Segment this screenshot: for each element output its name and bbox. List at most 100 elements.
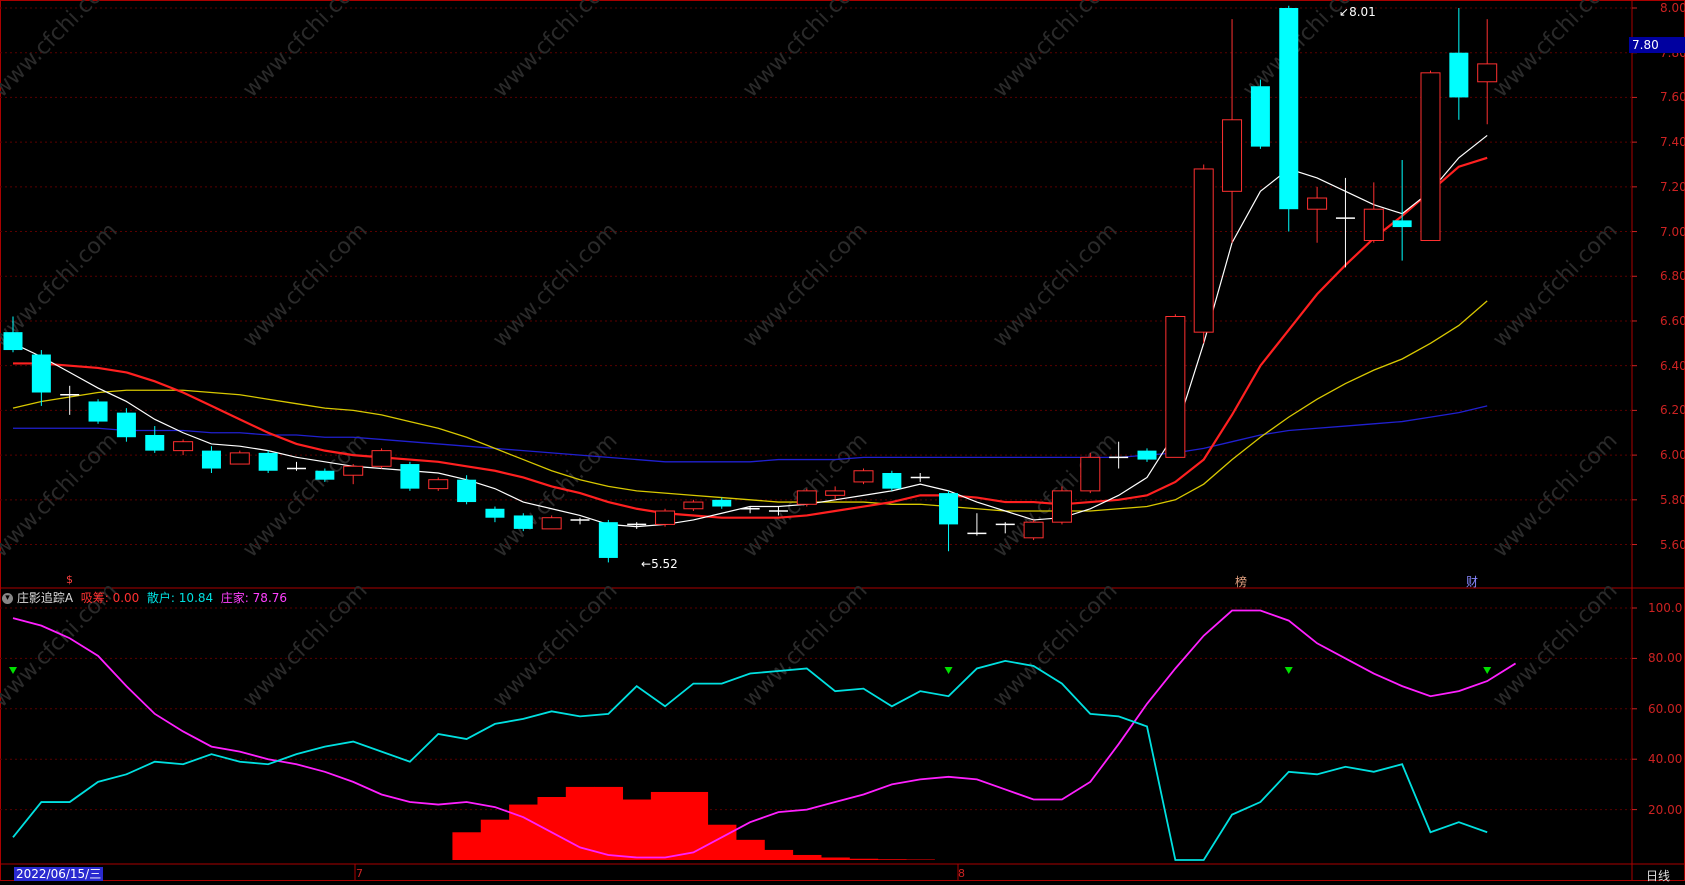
watermark-text: www.cfchi.com: [988, 0, 1122, 103]
chip-bar: [764, 849, 794, 860]
period-label[interactable]: 日线: [1646, 867, 1670, 884]
watermark-text: www.cfchi.com: [0, 428, 123, 562]
candle-body[interactable]: [400, 464, 420, 489]
stock-chart[interactable]: www.cfchi.com www.cfchi.com www.cfchi.com w…: [0, 0, 1685, 881]
candle-body[interactable]: [145, 434, 165, 451]
watermark-text: www.cfchi.com: [738, 218, 872, 352]
banker-label: 庄家:: [220, 591, 249, 605]
candle-body[interactable]: [1222, 119, 1243, 192]
candle-body[interactable]: [1137, 450, 1157, 460]
candle-body[interactable]: [457, 479, 477, 503]
chart-canvas[interactable]: www.cfchi.com www.cfchi.com www.cfchi.com w…: [0, 0, 1685, 881]
candle-body[interactable]: [1449, 52, 1469, 98]
watermark-text: www.cfchi.com: [238, 0, 372, 103]
candle-body[interactable]: [683, 501, 704, 510]
chip-bar: [622, 799, 652, 860]
current-price-badge: 7.80: [1629, 37, 1685, 53]
chip-bar: [679, 791, 709, 860]
candle-body[interactable]: [1080, 456, 1101, 492]
candle-body[interactable]: [1307, 197, 1328, 210]
candle-body[interactable]: [1392, 220, 1412, 228]
candle-body[interactable]: [1477, 63, 1498, 83]
candle-body[interactable]: [1279, 8, 1299, 210]
price-tick-label: 5.60: [1660, 537, 1685, 552]
candle-body[interactable]: [258, 452, 278, 471]
indicator-name[interactable]: 庄影追踪A: [17, 591, 73, 605]
watermark-text: www.cfchi.com: [988, 578, 1122, 712]
indicator-toggle-icon[interactable]: ▾: [2, 593, 13, 604]
candle-body[interactable]: [1250, 86, 1270, 147]
chip-bar: [792, 854, 822, 860]
candle-body[interactable]: [229, 452, 250, 465]
indicator-tick-label: 100.0: [1648, 601, 1683, 615]
candle-body[interactable]: [1023, 521, 1044, 539]
candle-body[interactable]: [485, 508, 505, 518]
candle-body[interactable]: [796, 490, 817, 505]
candle-body[interactable]: [343, 465, 364, 476]
watermark-text: www.cfchi.com: [238, 218, 372, 352]
candle-body[interactable]: [513, 515, 533, 529]
candle-body[interactable]: [1193, 168, 1214, 333]
indicator-tick-label: 40.00: [1648, 752, 1683, 767]
high-price-label: ↙8.01: [1339, 5, 1376, 19]
candle-body[interactable]: [939, 493, 959, 525]
price-tick-label: 7.00: [1660, 224, 1685, 239]
candle-body[interactable]: [882, 472, 902, 489]
indicator-tick-label: 20.00: [1648, 802, 1683, 817]
chip-bar: [594, 786, 624, 860]
retail-label: 散户:: [146, 591, 175, 605]
low-price-label: ←5.52: [641, 557, 678, 571]
candle-body[interactable]: [315, 470, 335, 480]
watermark-text: www.cfchi.com: [738, 578, 872, 712]
candle-body[interactable]: [116, 412, 136, 438]
banker-value: 78.76: [252, 591, 288, 605]
watermark-text: www.cfchi.com: [1488, 218, 1622, 352]
candle-body[interactable]: [598, 522, 618, 558]
marker-cai: 财: [1466, 575, 1479, 589]
candle-body[interactable]: [201, 450, 221, 469]
price-tick-label: 6.20: [1660, 403, 1685, 418]
chip-bar: [735, 839, 765, 860]
high-arrow-icon: ↙: [1339, 5, 1350, 19]
candle-body[interactable]: [825, 490, 846, 496]
retail-value: 10.84: [178, 591, 214, 605]
candle-body[interactable]: [173, 441, 194, 452]
signal-down-triangle-icon: [1284, 667, 1293, 674]
marker-s: $: [66, 573, 73, 586]
watermark-text: www.cfchi.com: [488, 578, 622, 712]
month-label-7: 7: [356, 867, 363, 880]
candle-body[interactable]: [712, 499, 732, 507]
candle-body[interactable]: [1420, 72, 1441, 241]
candle-body[interactable]: [541, 517, 562, 530]
watermark-text: www.cfchi.com: [488, 218, 622, 352]
banker-line: [12, 609, 1517, 859]
candle-body[interactable]: [371, 450, 392, 467]
price-tick-label: 7.60: [1660, 90, 1685, 105]
indicator-header: ▾ 庄影追踪A 吸筹: 0.00 散户: 10.84 庄家: 78.76: [2, 589, 287, 606]
candle-body[interactable]: [428, 479, 449, 490]
candle-body[interactable]: [655, 510, 676, 525]
price-tick-label: 8.00: [1660, 1, 1685, 15]
candle-body[interactable]: [1363, 208, 1384, 241]
chip-bar: [537, 797, 567, 860]
chip-bar: [849, 858, 879, 860]
watermark-text: www.cfchi.com: [1488, 578, 1622, 712]
watermark-text: www.cfchi.com: [1488, 428, 1622, 562]
candle-body[interactable]: [853, 470, 874, 483]
watermark-text: www.cfchi.com: [738, 0, 872, 103]
chip-bar: [565, 786, 595, 860]
signal-down-triangle-icon: [1483, 667, 1492, 674]
chip-bar: [452, 832, 482, 860]
price-tick-label: 6.00: [1660, 448, 1685, 463]
candle-body[interactable]: [1165, 316, 1186, 458]
chip-bar: [820, 857, 850, 860]
indicator-tick-label: 60.00: [1648, 701, 1683, 716]
candle-body[interactable]: [31, 354, 51, 393]
candle-body[interactable]: [1051, 490, 1072, 523]
price-tick-label: 7.40: [1660, 135, 1685, 150]
watermark-text: www.cfchi.com: [0, 0, 123, 103]
chip-bar: [650, 791, 680, 860]
candle-body[interactable]: [88, 401, 108, 422]
chip-bar: [906, 859, 935, 860]
candle-body[interactable]: [3, 332, 23, 351]
